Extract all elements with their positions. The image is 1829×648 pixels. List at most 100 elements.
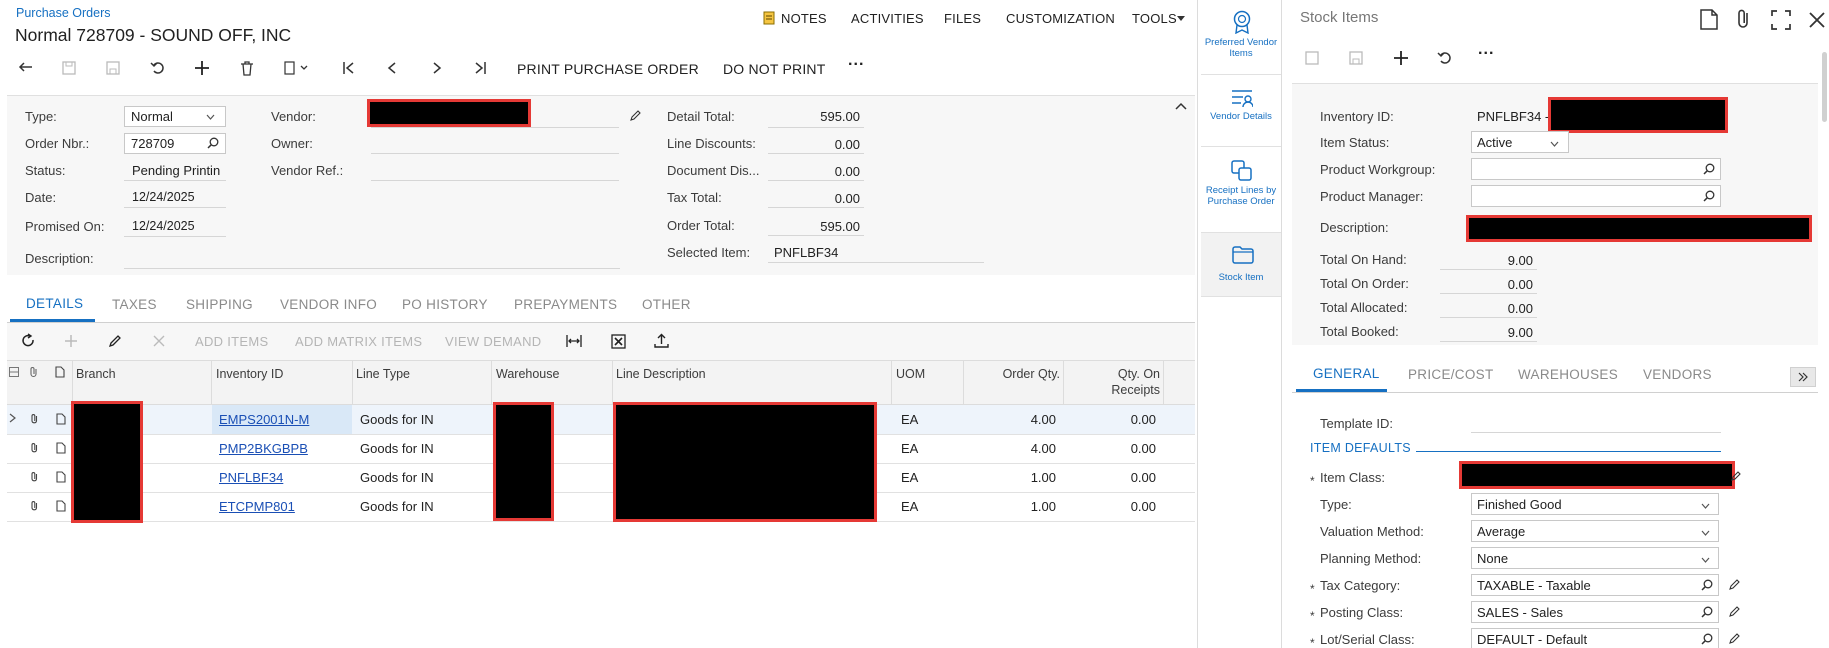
edit-pencil-icon[interactable] — [1730, 470, 1742, 482]
view-demand-button[interactable]: VIEW DEMAND — [445, 334, 541, 349]
tab-po-history[interactable]: PO HISTORY — [402, 297, 488, 312]
first-record-icon[interactable] — [342, 61, 356, 75]
tab-taxes[interactable]: TAXES — [112, 297, 157, 312]
more-actions-button[interactable]: ··· — [848, 56, 865, 74]
copy-paste-icon[interactable] — [284, 61, 308, 75]
note-icon[interactable] — [56, 413, 66, 425]
upload-icon[interactable] — [654, 333, 669, 348]
side-description-redacted[interactable] — [1466, 215, 1812, 242]
search-icon[interactable] — [1703, 190, 1715, 202]
delete-row-icon[interactable] — [153, 335, 165, 347]
back-icon[interactable] — [18, 61, 34, 75]
col-order-qty[interactable]: Order Qty. — [968, 367, 1060, 381]
folder-icon[interactable] — [1232, 246, 1254, 264]
note-icon[interactable] — [56, 500, 66, 512]
col-uom[interactable]: UOM — [896, 367, 925, 381]
grid-settings-icon[interactable] — [9, 367, 19, 377]
refresh-icon[interactable] — [21, 333, 36, 348]
row-expand-icon[interactable] — [9, 413, 16, 423]
attachment-icon[interactable] — [1737, 8, 1751, 30]
item-class-redacted[interactable] — [1459, 461, 1735, 489]
edit-pencil-icon[interactable] — [629, 109, 642, 122]
fit-columns-icon[interactable] — [566, 334, 582, 348]
paperclip-icon[interactable] — [30, 500, 39, 512]
next-record-icon[interactable] — [430, 61, 444, 75]
inventory-id-link[interactable]: PNFLBF34 — [219, 470, 283, 485]
col-line-description[interactable]: Line Description — [616, 367, 706, 381]
collapse-icon[interactable] — [1175, 102, 1187, 110]
vendor-details-icon[interactable] — [1231, 88, 1253, 108]
preferred-vendor-items-button[interactable]: Preferred Vendor Items — [1201, 37, 1281, 59]
product-workgroup-field[interactable] — [1471, 158, 1721, 180]
last-record-icon[interactable] — [473, 61, 487, 75]
notes-menu[interactable]: NOTES — [781, 11, 827, 26]
side-tab-warehouses[interactable]: WAREHOUSES — [1518, 367, 1618, 382]
delete-icon[interactable] — [240, 61, 254, 76]
col-line-type[interactable]: Line Type — [356, 367, 410, 381]
tools-menu[interactable]: TOOLS — [1132, 11, 1177, 26]
vendor-details-button[interactable]: Vendor Details — [1201, 111, 1281, 122]
tab-vendor-info[interactable]: VENDOR INFO — [280, 297, 377, 312]
side-tab-price-cost[interactable]: PRICE/COST — [1408, 367, 1494, 382]
edit-pencil-icon[interactable] — [1728, 605, 1741, 618]
col-branch[interactable]: Branch — [76, 367, 116, 381]
add-icon[interactable] — [1393, 50, 1409, 66]
prev-record-icon[interactable] — [386, 61, 400, 75]
stock-item-button[interactable]: Stock Item — [1201, 272, 1281, 283]
customization-menu[interactable]: CUSTOMIZATION — [1006, 11, 1115, 26]
notes-icon[interactable] — [763, 11, 775, 25]
inventory-id-link[interactable]: PMP2BKGBPB — [219, 441, 308, 456]
activities-menu[interactable]: ACTIVITIES — [851, 11, 924, 26]
paperclip-icon[interactable] — [30, 442, 39, 454]
preferred-vendor-icon[interactable] — [1231, 10, 1253, 34]
tab-other[interactable]: OTHER — [642, 297, 691, 312]
vendor-ref-field[interactable] — [371, 180, 619, 181]
tab-prepayments[interactable]: PREPAYMENTS — [514, 297, 617, 312]
add-row-icon[interactable] — [64, 334, 78, 348]
save-close-icon[interactable] — [62, 61, 76, 75]
undo-icon[interactable] — [150, 61, 166, 75]
search-icon[interactable] — [1701, 579, 1713, 591]
receipt-lines-icon[interactable] — [1231, 160, 1253, 182]
do-not-print-button[interactable]: DO NOT PRINT — [723, 61, 825, 77]
undo-icon[interactable] — [1437, 51, 1453, 65]
tab-shipping[interactable]: SHIPPING — [186, 297, 253, 312]
planning-method-select[interactable] — [1471, 547, 1719, 569]
breadcrumb[interactable]: Purchase Orders — [16, 6, 110, 20]
col-inventory-id[interactable]: Inventory ID — [216, 367, 283, 381]
col-qty-on[interactable]: Qty. On — [1078, 367, 1160, 381]
add-icon[interactable] — [194, 60, 210, 76]
save-close-icon[interactable] — [1305, 51, 1319, 65]
save-icon[interactable] — [106, 61, 120, 75]
search-icon[interactable] — [1703, 163, 1715, 175]
vendor-redacted[interactable] — [367, 99, 531, 127]
excel-export-icon[interactable] — [611, 334, 626, 349]
tab-details[interactable]: DETAILS — [26, 296, 83, 311]
edit-row-icon[interactable] — [108, 334, 122, 348]
search-icon[interactable] — [1701, 633, 1713, 645]
document-icon[interactable] — [1700, 9, 1718, 30]
side-scrollbar[interactable] — [1822, 52, 1827, 122]
edit-pencil-icon[interactable] — [1728, 578, 1741, 591]
promised-on-field[interactable]: 12/24/2025 — [132, 219, 195, 233]
search-icon[interactable] — [207, 137, 219, 149]
col-receipts[interactable]: Receipts — [1078, 383, 1160, 397]
template-id-field[interactable] — [1471, 432, 1721, 433]
print-purchase-order-button[interactable]: PRINT PURCHASE ORDER — [517, 61, 699, 77]
side-tab-vendors[interactable]: VENDORS — [1643, 367, 1712, 382]
owner-field[interactable] — [371, 153, 619, 154]
col-warehouse[interactable]: Warehouse — [496, 367, 559, 381]
search-icon[interactable] — [1701, 606, 1713, 618]
paperclip-icon[interactable] — [30, 413, 39, 425]
side-more-actions-button[interactable]: ··· — [1478, 45, 1495, 63]
save-icon[interactable] — [1349, 51, 1363, 65]
receipt-lines-by-po-button[interactable]: Receipt Lines by Purchase Order — [1201, 185, 1281, 207]
close-icon[interactable] — [1809, 12, 1825, 28]
description-field[interactable] — [124, 268, 620, 269]
side-tab-general[interactable]: GENERAL — [1313, 366, 1380, 381]
tools-dropdown-icon[interactable] — [1177, 16, 1185, 21]
files-menu[interactable]: FILES — [944, 11, 981, 26]
note-icon[interactable] — [56, 442, 66, 454]
add-items-button[interactable]: ADD ITEMS — [195, 334, 268, 349]
date-field[interactable]: 12/24/2025 — [132, 190, 195, 204]
